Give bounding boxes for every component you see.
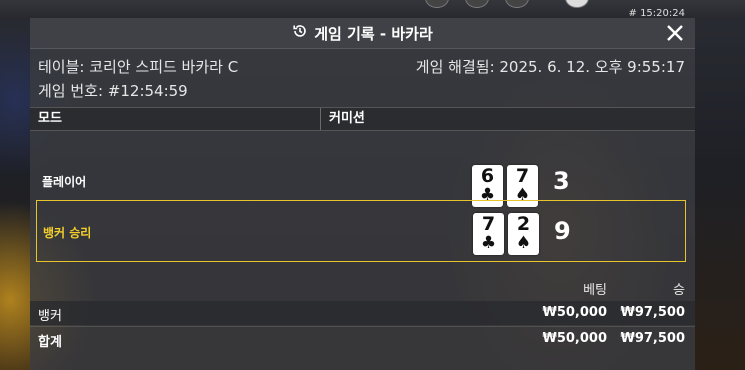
banker-hand: 뱅커 승리 7 ♣ 2 ♠ 9 [36,200,686,262]
mode-row: 모드 커미션 [30,107,695,131]
game-number: 게임 번호: #12:54:59 [38,82,188,100]
history-icon [292,23,308,43]
total-label: 합계 [38,335,62,350]
bet-row: 뱅커 ₩50,000 ₩97,500 [30,301,695,325]
card-rank: 7 [515,165,530,187]
mode-value: 커미션 [329,111,365,126]
bet-row-amount: ₩50,000 [542,305,607,320]
total-row: 합계 ₩50,000 ₩97,500 [30,326,695,351]
win-column-header: 승 [673,283,685,298]
bet-row-name: 뱅커 [38,309,62,324]
game-info: 테이블: 코리안 스피드 바카라 C 게임 번호: #12:54:59 게임 해… [30,49,695,107]
playing-card: 2 ♠ [508,213,539,255]
card-rank: 7 [481,213,496,235]
club-icon: ♣ [480,233,497,253]
bet-row-win: ₩97,500 [620,305,685,320]
history-dot [425,0,449,8]
total-win: ₩97,500 [620,331,685,346]
spade-icon: ♠ [515,233,532,253]
bets-header: 베팅 승 [30,274,695,298]
dialog-title-text: 게임 기록 - 바카라 [314,24,433,43]
top-status-bar: # 15:20:24 [0,0,745,20]
close-icon [667,25,683,41]
banker-score: 9 [554,217,571,245]
bet-column-header: 베팅 [583,283,607,298]
game-history-dialog: 게임 기록 - 바카라 테이블: 코리안 스피드 바카라 C 게임 번호: #1… [30,18,695,370]
player-label: 플레이어 [42,175,87,189]
banker-label: 뱅커 승리 [43,226,92,240]
resolved-time: 게임 해결됨: 2025. 6. 12. 오후 9:55:17 [415,58,685,76]
playing-card: 7 ♣ [473,213,504,255]
card-rank: 2 [516,213,531,235]
mode-label: 모드 [30,108,321,130]
dialog-title: 게임 기록 - 바카라 [292,23,433,44]
history-dot [505,0,529,8]
banker-cards: 7 ♣ 2 ♠ [473,213,539,255]
table-name: 테이블: 코리안 스피드 바카라 C [38,58,239,76]
total-bet: ₩50,000 [542,331,607,346]
card-rank: 6 [480,165,495,187]
history-dot [565,0,589,8]
close-button[interactable] [665,23,685,43]
history-dot [465,0,489,8]
dialog-header: 게임 기록 - 바카라 [30,18,695,49]
player-score: 3 [553,167,570,195]
